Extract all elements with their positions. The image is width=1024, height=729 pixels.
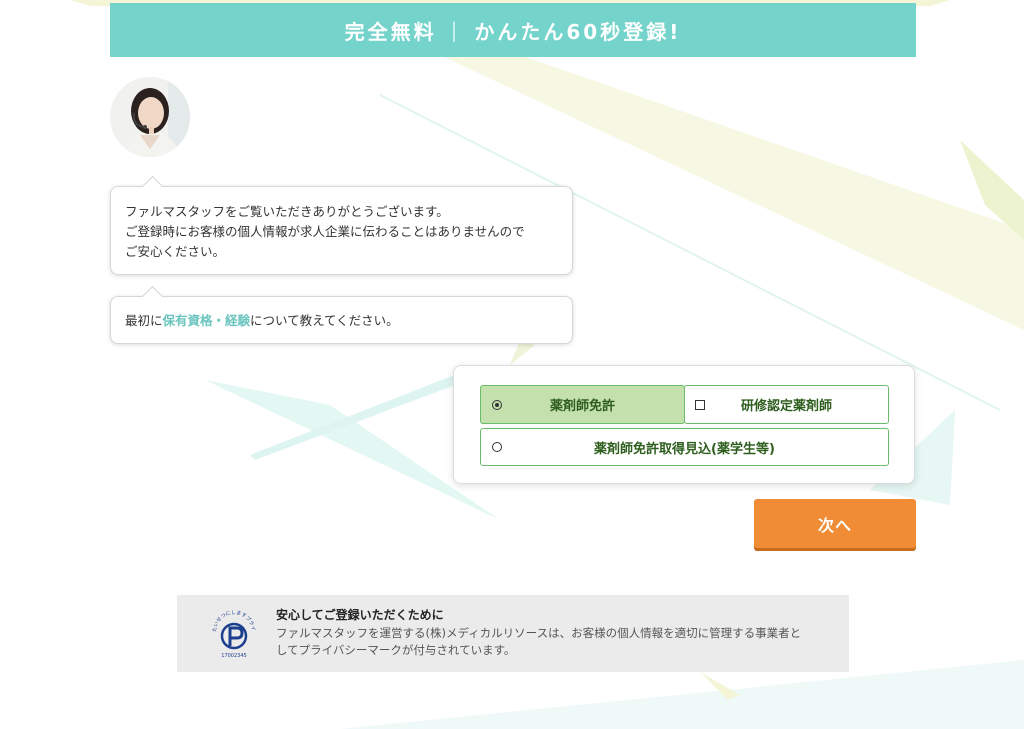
privacy-body-line-1: ファルマスタッフを運営する(株)メディカルリソースは、お客様の個人情報を適切に管…: [276, 626, 802, 640]
privacy-text-block: 安心してご登録いただくために ファルマスタッフを運営する(株)メディカルリソース…: [276, 608, 821, 659]
top-banner: 完全無料 | かんたん60秒登録!: [110, 3, 916, 57]
privacy-notice: たいせつにしますプライバシー 17002345 安心してご登録いただくために フ…: [177, 595, 849, 672]
privacy-title: 安心してご登録いただくために: [276, 608, 444, 622]
privacy-mark-number: 17002345: [221, 653, 246, 658]
qualification-options-panel: 薬剤師免許 研修認定薬剤師 薬剤師免許取得見込(薬学生等): [453, 365, 915, 484]
welcome-line-2: ご登録時にお客様の個人情報が求人企業に伝わることはありませんので: [125, 224, 525, 239]
checkbox-icon: [695, 399, 705, 410]
option-certified-pharmacist[interactable]: 研修認定薬剤師: [684, 385, 889, 424]
operator-avatar-icon: [110, 77, 190, 157]
chat-bubble-welcome: ファルマスタッフをご覧いただきありがとうございます。 ご登録時にお客様の個人情報…: [110, 186, 573, 275]
question-suffix: について教えてください。: [250, 313, 399, 328]
radio-selected-icon: [492, 399, 502, 410]
privacy-body: ファルマスタッフを運営する(株)メディカルリソースは、お客様の個人情報を適切に管…: [276, 625, 821, 659]
welcome-line-3: ご安心ください。: [125, 244, 226, 259]
option-label: 薬剤師免許取得見込(薬学生等): [594, 441, 775, 457]
banner-signup-text: かんたん60秒登録!: [474, 19, 682, 44]
chat-bubble-question: 最初に保有資格・経験について教えてください。: [110, 296, 573, 344]
question-text: 最初に保有資格・経験について教えてください。: [125, 311, 558, 331]
welcome-line-1: ファルマスタッフをご覧いただきありがとうございます。: [125, 204, 449, 219]
next-button[interactable]: 次へ: [754, 499, 916, 548]
banner-separator: |: [450, 18, 461, 42]
question-prefix: 最初に: [125, 313, 163, 328]
option-label: 薬剤師免許: [549, 399, 615, 414]
option-expected-license[interactable]: 薬剤師免許取得見込(薬学生等): [480, 428, 889, 466]
privacy-mark-icon: たいせつにしますプライバシー 17002345: [210, 610, 256, 658]
option-pharmacist-license[interactable]: 薬剤師免許: [480, 385, 685, 424]
question-highlight: 保有資格・経験: [162, 313, 251, 328]
privacy-body-line-2: してプライバシーマークが付与されています。: [276, 643, 516, 657]
radio-icon: [492, 442, 502, 452]
banner-free-text: 完全無料: [344, 19, 437, 44]
option-label: 研修認定薬剤師: [740, 399, 832, 414]
